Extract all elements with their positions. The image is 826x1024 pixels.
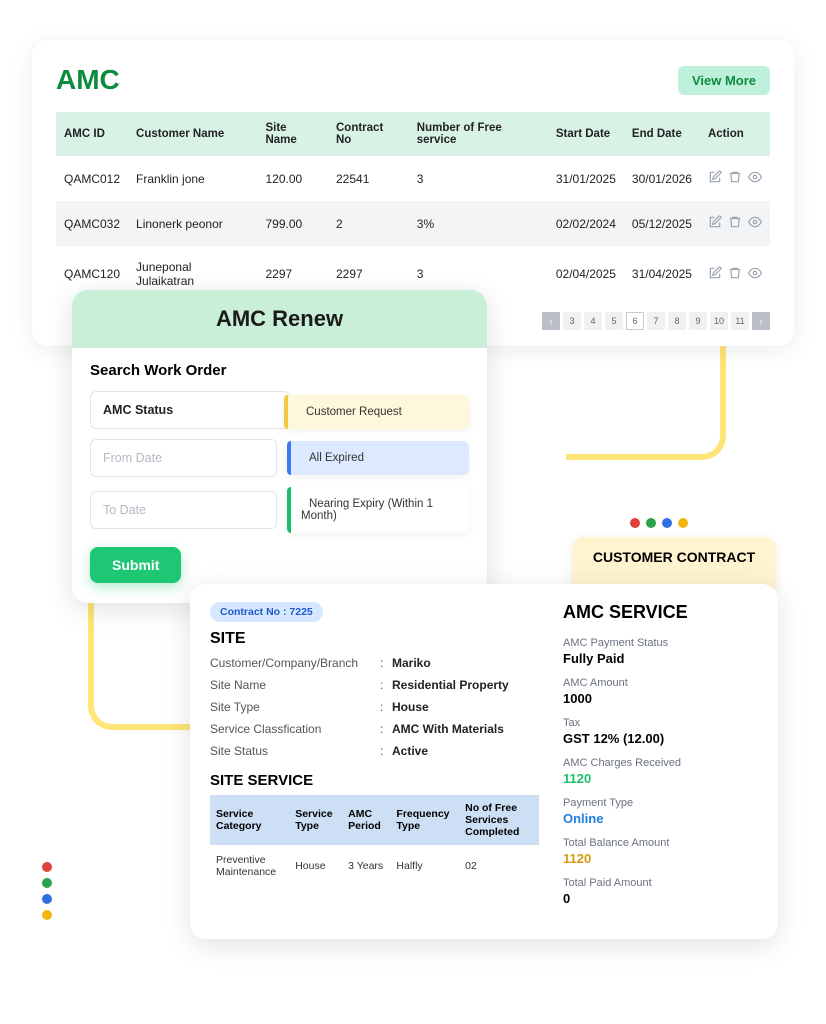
renew-title: AMC Renew [72, 290, 487, 348]
page-7[interactable]: 7 [647, 312, 665, 330]
to-date-input[interactable] [90, 491, 277, 529]
table-row: QAMC032Linonerk peonor799.0023%02/02/202… [56, 201, 770, 246]
column-header: Contract No [328, 112, 409, 156]
delete-icon[interactable] [728, 170, 742, 187]
column-header: Start Date [548, 112, 624, 156]
submit-button[interactable]: Submit [90, 547, 181, 583]
column-header: Site Name [257, 112, 328, 156]
page-10[interactable]: 10 [710, 312, 728, 330]
delete-icon[interactable] [728, 266, 742, 283]
table-row: Preventive MaintenanceHouse3 YearsHalfly… [210, 845, 539, 887]
table-row: QAMC012Franklin jone120.0022541331/01/20… [56, 156, 770, 201]
view-icon[interactable] [748, 170, 762, 187]
contract-no-badge: Contract No : 7225 [210, 602, 323, 622]
view-icon[interactable] [748, 266, 762, 283]
decorative-dots-top [630, 518, 688, 528]
edit-icon[interactable] [708, 170, 722, 187]
page-8[interactable]: 8 [668, 312, 686, 330]
chip-nearing-expiry[interactable]: Nearing Expiry (Within 1 Month) [287, 487, 469, 533]
column-header: AMC ID [56, 112, 128, 156]
contract-detail-card: Contract No : 7225 SITE Customer/Company… [190, 584, 778, 939]
column-header: Number of Free service [409, 112, 548, 156]
site-service-table: Service CategoryService TypeAMC PeriodFr… [210, 795, 539, 887]
renew-subtitle: Search Work Order [90, 362, 469, 379]
page-6[interactable]: 6 [626, 312, 644, 330]
page-11[interactable]: 11 [731, 312, 749, 330]
page-5[interactable]: 5 [605, 312, 623, 330]
amc-service-heading: AMC SERVICE [563, 602, 758, 623]
page-next[interactable]: › [752, 312, 770, 330]
page-3[interactable]: 3 [563, 312, 581, 330]
from-date-input[interactable] [90, 439, 277, 477]
customer-contract-tab[interactable]: CUSTOMER CONTRACT [572, 537, 776, 589]
view-more-button[interactable]: View More [678, 66, 770, 95]
decorative-dots-left [42, 862, 52, 920]
column-header: Action [700, 112, 770, 156]
amc-table: AMC IDCustomer NameSite NameContract NoN… [56, 112, 770, 302]
amc-status-input[interactable] [90, 391, 290, 429]
column-header: Customer Name [128, 112, 257, 156]
site-heading: SITE [210, 630, 539, 648]
connector-left [88, 590, 198, 730]
page-prev[interactable]: ‹ [542, 312, 560, 330]
page-4[interactable]: 4 [584, 312, 602, 330]
amc-header: AMC View More [56, 64, 770, 96]
chip-all-expired[interactable]: All Expired [287, 441, 469, 475]
amc-renew-card: AMC Renew Search Work Order Customer Req… [72, 290, 487, 603]
page-title: AMC [56, 64, 120, 96]
chip-customer-request[interactable]: Customer Request [284, 395, 469, 429]
edit-icon[interactable] [708, 215, 722, 232]
view-icon[interactable] [748, 215, 762, 232]
delete-icon[interactable] [728, 215, 742, 232]
edit-icon[interactable] [708, 266, 722, 283]
site-service-heading: SITE SERVICE [210, 772, 539, 789]
page-9[interactable]: 9 [689, 312, 707, 330]
column-header: End Date [624, 112, 700, 156]
